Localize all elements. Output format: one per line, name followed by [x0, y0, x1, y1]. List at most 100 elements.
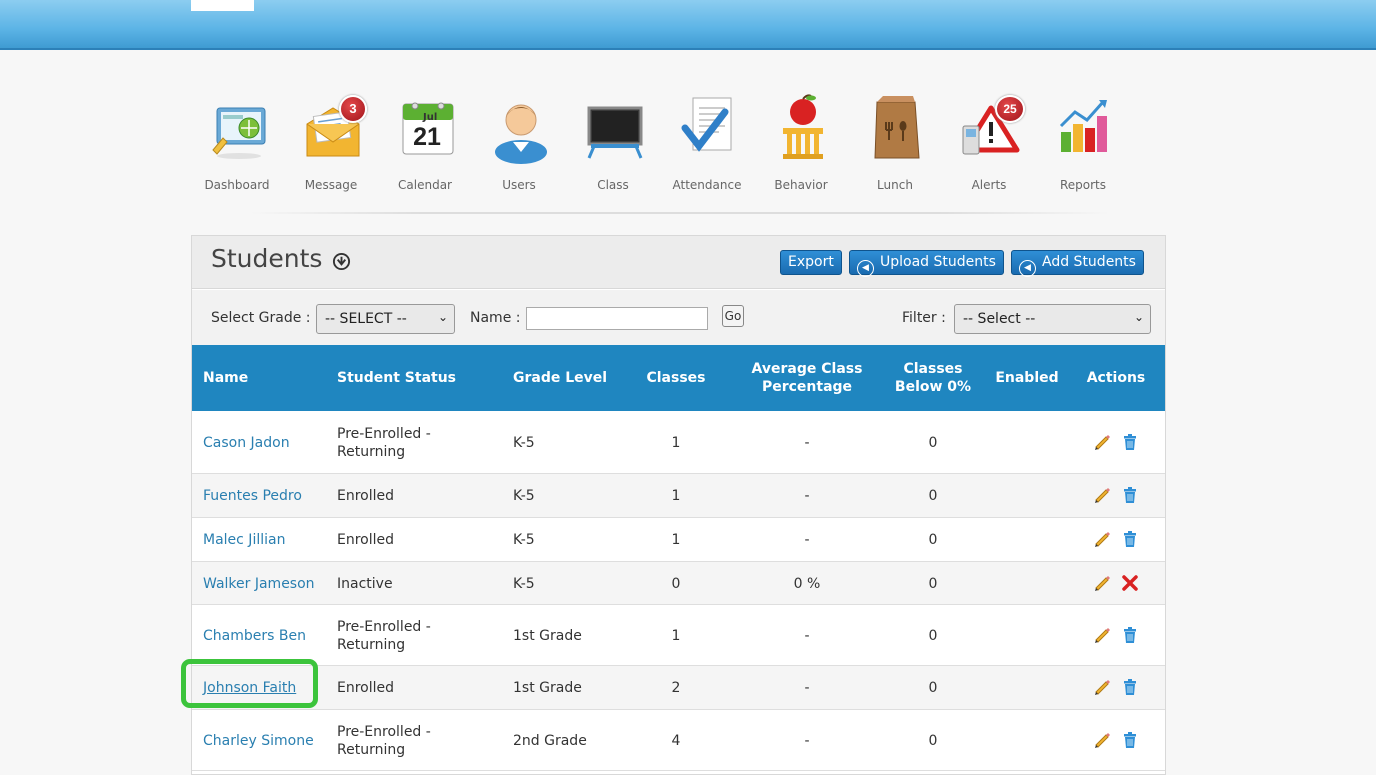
trash-icon[interactable]	[1121, 530, 1139, 548]
export-button[interactable]: Export	[780, 250, 842, 275]
nav-label: Dashboard	[204, 178, 270, 192]
selection-highlight	[181, 659, 318, 708]
classes-below-count: 0	[928, 532, 938, 548]
nav-alerts[interactable]: 25 Alerts	[949, 92, 1029, 198]
student-status: Enrolled	[337, 680, 395, 696]
column-header-status[interactable]: Student Status	[337, 369, 456, 387]
classes-below-count: 0	[928, 435, 938, 451]
average-percentage: -	[804, 732, 810, 749]
column-header-below[interactable]: Classes Below 0%	[888, 360, 978, 396]
nav-reports[interactable]: Reports	[1043, 92, 1123, 198]
column-header-classes[interactable]: Classes	[636, 369, 716, 387]
trash-icon[interactable]	[1121, 486, 1139, 504]
classes-count: 0	[671, 575, 681, 592]
edit-pencil-icon[interactable]	[1093, 626, 1111, 644]
grade-level: 2nd Grade	[513, 732, 587, 749]
student-name-link[interactable]: Charley Simone	[203, 732, 328, 750]
student-name-link[interactable]: Cason Jadon	[203, 434, 328, 452]
classes-below-count: 0	[928, 732, 938, 749]
nav-lunch[interactable]: Lunch	[855, 92, 935, 198]
main-nav: Dashboard 3 Message Jul 21 Calendar User…	[190, 92, 1130, 202]
users-icon	[495, 104, 547, 164]
remove-x-icon[interactable]	[1121, 574, 1139, 592]
grade-level: 1st Grade	[513, 680, 582, 696]
select-grade-label: Select Grade :	[211, 310, 311, 326]
nav-calendar[interactable]: Jul 21 Calendar	[385, 92, 465, 198]
logo[interactable]	[191, 0, 254, 11]
edit-pencil-icon[interactable]	[1093, 731, 1111, 749]
nav-label: Class	[597, 178, 629, 192]
nav-label: Behavior	[774, 178, 828, 192]
classes-count: 4	[671, 732, 681, 749]
edit-pencil-icon[interactable]	[1093, 433, 1111, 451]
filter-label: Filter :	[902, 310, 946, 326]
nav-divider	[250, 212, 1110, 214]
average-percentage: -	[804, 435, 810, 451]
nav-label: Calendar	[398, 178, 452, 192]
page-title: Students	[211, 244, 323, 273]
trash-icon[interactable]	[1121, 678, 1139, 696]
column-header-actions: Actions	[1086, 370, 1146, 386]
nav-label: Lunch	[877, 178, 913, 192]
name-label: Name :	[470, 310, 521, 326]
table-row: Cason Jadon Pre-Enrolled - Returning K-5 1 -…	[192, 412, 1165, 474]
reports-icon	[1059, 100, 1107, 152]
grade-select[interactable]: -- SELECT -- ⌄	[316, 304, 455, 334]
classes-below-count: 0	[928, 488, 938, 504]
classes-count: 1	[671, 435, 681, 451]
edit-pencil-icon[interactable]	[1093, 486, 1111, 504]
nav-dashboard[interactable]: Dashboard	[197, 92, 277, 198]
collapse-arrow-icon[interactable]	[332, 252, 351, 271]
calendar-day: 21	[413, 123, 441, 151]
filter-select-value: -- Select --	[963, 311, 1036, 327]
column-header-grade[interactable]: Grade Level	[513, 369, 607, 387]
calendar-month: Jul	[423, 112, 438, 123]
back-arrow-icon: ◀	[857, 260, 874, 277]
classes-count: 1	[671, 532, 681, 548]
student-name-link[interactable]: Chambers Ben	[203, 627, 328, 645]
student-status: Enrolled	[337, 532, 395, 548]
column-header-average[interactable]: Average Class Percentage	[747, 360, 867, 396]
dashboard-icon	[212, 107, 266, 159]
edit-pencil-icon[interactable]	[1093, 574, 1111, 592]
grade-level: K-5	[513, 435, 535, 451]
filter-select[interactable]: -- Select -- ⌄	[954, 304, 1151, 334]
upload-students-button[interactable]: ◀ Upload Students	[849, 250, 1004, 277]
nav-users[interactable]: Users	[479, 92, 559, 198]
behavior-icon	[783, 94, 823, 159]
panel-header: Students Export ◀ Upload Students ◀ Add St…	[192, 236, 1165, 289]
classes-count: 2	[671, 680, 681, 696]
classes-below-count: 0	[928, 680, 938, 696]
trash-icon[interactable]	[1121, 731, 1139, 749]
grade-level: 1st Grade	[513, 627, 582, 644]
average-percentage: 0 %	[793, 575, 821, 592]
student-name-link[interactable]: Malec Jillian	[203, 531, 328, 549]
nav-class[interactable]: Class	[573, 92, 653, 198]
grade-level: K-5	[513, 488, 535, 504]
edit-pencil-icon[interactable]	[1093, 530, 1111, 548]
column-header-enabled[interactable]: Enabled	[987, 369, 1067, 387]
go-button[interactable]: Go	[722, 305, 744, 327]
student-status: Inactive	[337, 575, 393, 592]
trash-icon[interactable]	[1121, 433, 1139, 451]
edit-pencil-icon[interactable]	[1093, 678, 1111, 696]
add-students-button[interactable]: ◀ Add Students	[1011, 250, 1144, 277]
nav-message[interactable]: 3 Message	[291, 92, 371, 198]
top-banner	[0, 0, 1376, 50]
nav-label: Message	[304, 178, 358, 192]
table-row: Malec Jillian Enrolled K-5 1 - 0	[192, 518, 1165, 562]
upload-students-label: Upload Students	[880, 254, 996, 270]
nav-behavior[interactable]: Behavior	[761, 92, 841, 198]
nav-attendance[interactable]: Attendance	[667, 92, 747, 198]
trash-icon[interactable]	[1121, 626, 1139, 644]
name-input[interactable]	[526, 307, 708, 330]
class-icon	[587, 106, 643, 159]
table-row: Johnson Faith Enrolled 1st Grade 2-0	[192, 666, 1165, 710]
student-name-link[interactable]: Walker Jameson	[203, 575, 328, 593]
student-name-link[interactable]: Fuentes Pedro	[203, 487, 328, 505]
column-header-name[interactable]: Name	[203, 369, 248, 387]
nav-label: Alerts	[971, 178, 1007, 192]
classes-count: 1	[671, 488, 681, 504]
classes-below-count: 0	[928, 575, 938, 592]
classes-count: 1	[671, 627, 681, 644]
